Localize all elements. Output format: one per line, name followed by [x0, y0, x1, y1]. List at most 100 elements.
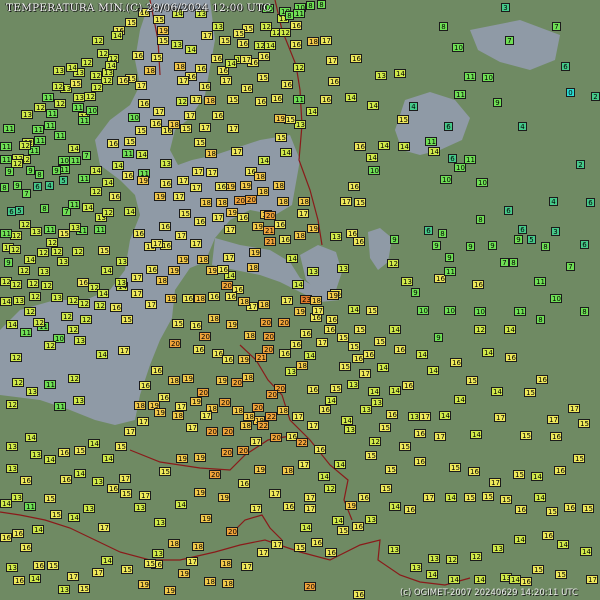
station-temp-label: 18 — [220, 559, 232, 568]
station-temp-label: 12 — [18, 266, 30, 275]
station-temp-label: 19 — [182, 374, 194, 383]
station-temp-label: 16 — [0, 533, 12, 542]
station-temp-label: 13 — [371, 398, 383, 407]
station-temp-label: 17 — [223, 253, 235, 262]
station-temp-label: 16 — [237, 213, 249, 222]
station-temp-label: 16 — [414, 429, 426, 438]
station-temp-label: 17 — [67, 572, 79, 581]
station-temp-label: 14 — [332, 516, 344, 525]
station-temp-label: 14 — [306, 107, 318, 116]
station-temp-label: 14 — [389, 502, 401, 511]
station-temp-label: 7 — [566, 262, 575, 271]
station-temp-label: 14 — [482, 348, 494, 357]
station-temp-label: 16 — [12, 529, 24, 538]
station-temp-label: 14 — [445, 493, 457, 502]
station-temp-label: 18 — [294, 231, 306, 240]
station-temp-label: 13 — [134, 503, 146, 512]
station-temp-label: 16 — [402, 381, 414, 390]
station-temp-label: 14 — [325, 396, 337, 405]
station-temp-label: 20 — [252, 403, 264, 412]
station-temp-label: 14 — [68, 513, 80, 522]
station-temp-label: 14 — [366, 153, 378, 162]
station-temp-label: 12 — [94, 301, 106, 310]
station-temp-label: 16 — [564, 503, 576, 512]
station-temp-label: 14 — [258, 156, 270, 165]
station-temp-label: 14 — [25, 433, 37, 442]
station-temp-label: 16 — [274, 220, 286, 229]
station-temp-label: 14 — [0, 297, 12, 306]
station-temp-label: 6 — [561, 62, 570, 71]
station-temp-label: 17 — [304, 504, 316, 513]
station-temp-label: 18 — [205, 149, 217, 158]
station-temp-label: 14 — [348, 305, 360, 314]
station-temp-label: 20 — [262, 345, 274, 354]
station-temp-label: 14 — [102, 454, 114, 463]
station-temp-label: 15 — [157, 36, 169, 45]
station-temp-label: 19 — [200, 514, 212, 523]
station-temp-label: 16 — [324, 325, 336, 334]
station-temp-label: 15 — [227, 95, 239, 104]
station-temp-label: 16 — [515, 505, 527, 514]
station-temp-label: 12 — [80, 315, 92, 324]
station-temp-label: 8 — [580, 307, 589, 316]
station-temp-label: 10 — [128, 113, 140, 122]
station-temp-label: 14 — [514, 535, 526, 544]
station-temp-label: 19 — [154, 192, 166, 201]
station-temp-label: 16 — [60, 475, 72, 484]
station-temp-label: 11 — [293, 95, 305, 104]
station-temp-label: 17 — [489, 478, 501, 487]
station-temp-label: 17 — [151, 239, 163, 248]
station-temp-label: 19 — [164, 586, 176, 595]
station-temp-label: 15 — [379, 423, 391, 432]
station-temp-label: 19 — [194, 488, 206, 497]
station-temp-label: 20 — [222, 427, 234, 436]
station-temp-label: 17 — [307, 421, 319, 430]
station-temp-label: 14 — [175, 500, 187, 509]
station-temp-label: 13 — [375, 71, 387, 80]
station-temp-label: 8 — [536, 315, 545, 324]
station-temp-label: 18 — [204, 577, 216, 586]
station-temp-label: 16 — [352, 522, 364, 531]
station-temp-label: 9 — [488, 241, 497, 250]
station-temp-label: 11 — [32, 125, 44, 134]
station-temp-label: 15 — [397, 115, 409, 124]
station-temp-label: 19 — [307, 224, 319, 233]
station-temp-label: 17 — [200, 411, 212, 420]
station-temp-label: 7 — [500, 258, 509, 267]
station-temp-label: 10 — [452, 43, 464, 52]
station-temp-label: 19 — [327, 291, 339, 300]
station-temp-label: 17 — [206, 168, 218, 177]
station-temp-label: 16 — [394, 345, 406, 354]
station-temp-label: 9 — [432, 241, 441, 250]
station-temp-label: 12 — [52, 82, 64, 91]
station-temp-label: 11 — [72, 103, 84, 112]
station-temp-label: 19 — [157, 26, 169, 35]
station-temp-label: 17 — [177, 176, 189, 185]
station-temp-label: 13 — [13, 296, 25, 305]
station-temp-label: 19 — [178, 569, 190, 578]
station-temp-label: 18 — [296, 361, 308, 370]
station-temp-label: 10 — [454, 163, 466, 172]
station-temp-label: 15 — [582, 504, 594, 513]
station-temp-label: 14 — [101, 556, 113, 565]
station-temp-label: 12 — [90, 187, 102, 196]
station-temp-label: 12 — [46, 238, 58, 247]
station-temp-label: 17 — [184, 111, 196, 120]
station-temp-label: 16 — [350, 54, 362, 63]
station-temp-label: 14 — [105, 61, 117, 70]
station-temp-label: 17 — [92, 568, 104, 577]
station-temp-label: 16 — [109, 192, 121, 201]
station-temp-label: 12 — [470, 552, 482, 561]
station-temp-label: 14 — [97, 289, 109, 298]
station-temp-label: 7 — [505, 36, 514, 45]
station-temp-label: 13 — [160, 159, 172, 168]
station-temp-label: 11 — [293, 9, 305, 18]
station-temp-label: 12 — [78, 299, 90, 308]
station-temp-label: 8 — [0, 183, 9, 192]
station-temp-label: 15 — [144, 559, 156, 568]
station-temp-label: 16 — [468, 467, 480, 476]
station-temp-label: 17 — [190, 183, 202, 192]
station-temp-label: 16 — [290, 40, 302, 49]
station-temp-label: 16 — [146, 265, 158, 274]
station-temp-label: 16 — [326, 315, 338, 324]
